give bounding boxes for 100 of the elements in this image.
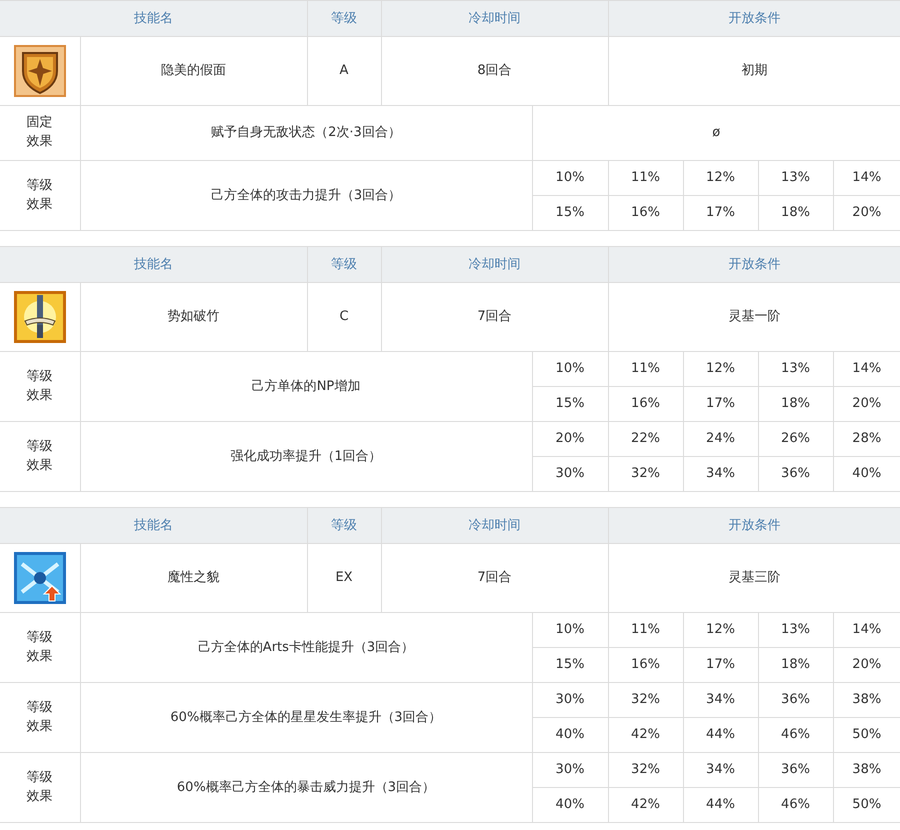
- level-value: 50%: [852, 727, 882, 742]
- sword-icon: [14, 291, 66, 343]
- effect-description: 己方全体的攻击力提升（3回合）: [210, 188, 402, 203]
- cooldown-text: 7回合: [477, 309, 512, 324]
- level-value: 44%: [706, 797, 735, 812]
- level-value: 16%: [631, 205, 660, 220]
- level-value: 38%: [852, 762, 882, 778]
- effect-description: 己方全体的Arts卡性能提升（3回合）: [198, 640, 414, 655]
- level-value: 11%: [631, 361, 660, 376]
- level-value: 15%: [556, 657, 584, 672]
- column-header: 开放条件: [728, 10, 780, 26]
- level-value: 32%: [631, 466, 660, 482]
- level-value: 11%: [631, 622, 660, 638]
- skill-name: 魔性之貌: [168, 570, 220, 586]
- level-value: 34%: [706, 692, 735, 708]
- level-value: 22%: [631, 431, 660, 446]
- column-header: 开放条件: [728, 518, 780, 533]
- level-value: 14%: [852, 361, 882, 376]
- level-value: 18%: [781, 205, 810, 220]
- column-header: 技能名: [134, 256, 173, 272]
- level-value: 30%: [556, 692, 584, 708]
- column-header: 技能名: [134, 518, 173, 533]
- level-value: 30%: [556, 762, 584, 778]
- unlock-condition: 灵基三阶: [728, 570, 780, 586]
- level-value: 32%: [631, 692, 660, 708]
- level-value: 14%: [852, 622, 882, 638]
- level-value: 46%: [781, 797, 810, 812]
- level-value: 12%: [706, 361, 735, 376]
- skill-grade: C: [339, 309, 349, 324]
- level-value: 34%: [706, 466, 735, 482]
- skill-name: 势如破竹: [168, 309, 220, 324]
- level-value: 20%: [852, 657, 882, 672]
- shield-icon: [14, 45, 66, 97]
- level-value: 12%: [706, 622, 735, 638]
- level-value: 20%: [852, 396, 882, 412]
- column-header: 技能名: [134, 10, 173, 26]
- level-value: 46%: [781, 727, 810, 742]
- level-value: 40%: [556, 727, 584, 742]
- effect-label: 等级效果: [26, 628, 54, 666]
- level-value: 17%: [706, 657, 735, 672]
- level-value: 13%: [781, 361, 810, 376]
- level-value: 10%: [556, 170, 584, 186]
- unlock-condition: 初期: [741, 63, 768, 78]
- level-value: 40%: [556, 797, 584, 812]
- column-header: 等级: [331, 518, 357, 533]
- level-value: 42%: [631, 727, 660, 742]
- level-value: 26%: [781, 431, 810, 446]
- level-value: 36%: [781, 466, 810, 482]
- level-value: 42%: [631, 797, 660, 812]
- level-value: 36%: [781, 762, 810, 778]
- level-value: 11%: [631, 170, 660, 186]
- column-header: 冷却时间: [468, 256, 520, 272]
- level-value: 38%: [852, 692, 882, 708]
- level-value: 10%: [556, 361, 584, 376]
- level-value: 18%: [781, 657, 810, 672]
- level-value: 15%: [556, 396, 584, 412]
- level-value: 28%: [852, 431, 882, 446]
- level-value: 44%: [706, 727, 735, 742]
- level-value: 36%: [781, 692, 810, 708]
- level-value: 15%: [556, 205, 584, 220]
- level-value: 12%: [706, 170, 735, 186]
- level-value: 13%: [781, 622, 810, 638]
- level-value: 20%: [556, 431, 584, 446]
- skill-name: 隐美的假面: [161, 63, 226, 78]
- column-header: 等级: [331, 256, 357, 272]
- unlock-condition: 灵基一阶: [728, 309, 780, 324]
- level-value: 13%: [781, 170, 810, 186]
- column-header: 开放条件: [728, 256, 780, 272]
- effect-label: 等级效果: [26, 176, 54, 214]
- level-value: 16%: [631, 657, 660, 672]
- level-value: 17%: [706, 396, 735, 412]
- effect-description: 强化成功率提升（1回合）: [230, 448, 382, 464]
- level-value: 32%: [631, 762, 660, 778]
- effect-label: 等级效果: [26, 768, 54, 806]
- cooldown-text: 7回合: [477, 570, 512, 586]
- effect-label: 固定效果: [26, 114, 54, 151]
- effect-description: 60%概率己方全体的暴击威力提升（3回合）: [176, 780, 436, 795]
- level-value: 17%: [706, 205, 735, 220]
- level-value: 40%: [852, 466, 882, 482]
- level-value: 34%: [706, 762, 735, 778]
- effect-description: 赋予自身无敌状态（2次·3回合）: [211, 125, 401, 140]
- effect-label: 等级效果: [26, 438, 54, 474]
- level-value: 30%: [556, 466, 584, 482]
- skill-grade: A: [340, 63, 348, 78]
- effect-description: 己方单体的NP增加: [252, 378, 360, 394]
- arrows-icon: [14, 552, 66, 604]
- level-value: 20%: [852, 205, 882, 220]
- level-value: 18%: [781, 396, 810, 412]
- column-header: 等级: [331, 10, 357, 26]
- column-header: 冷却时间: [468, 10, 520, 26]
- column-header: 冷却时间: [468, 518, 520, 533]
- cooldown-text: 8回合: [477, 63, 512, 78]
- level-value: 16%: [631, 396, 660, 412]
- skill-grade: EX: [335, 570, 353, 586]
- level-value: 50%: [852, 797, 882, 812]
- effect-value: ø: [712, 125, 720, 140]
- level-value: 14%: [852, 170, 882, 186]
- level-value: 10%: [556, 622, 584, 638]
- effect-label: 等级效果: [26, 368, 54, 404]
- effect-label: 等级效果: [26, 698, 54, 736]
